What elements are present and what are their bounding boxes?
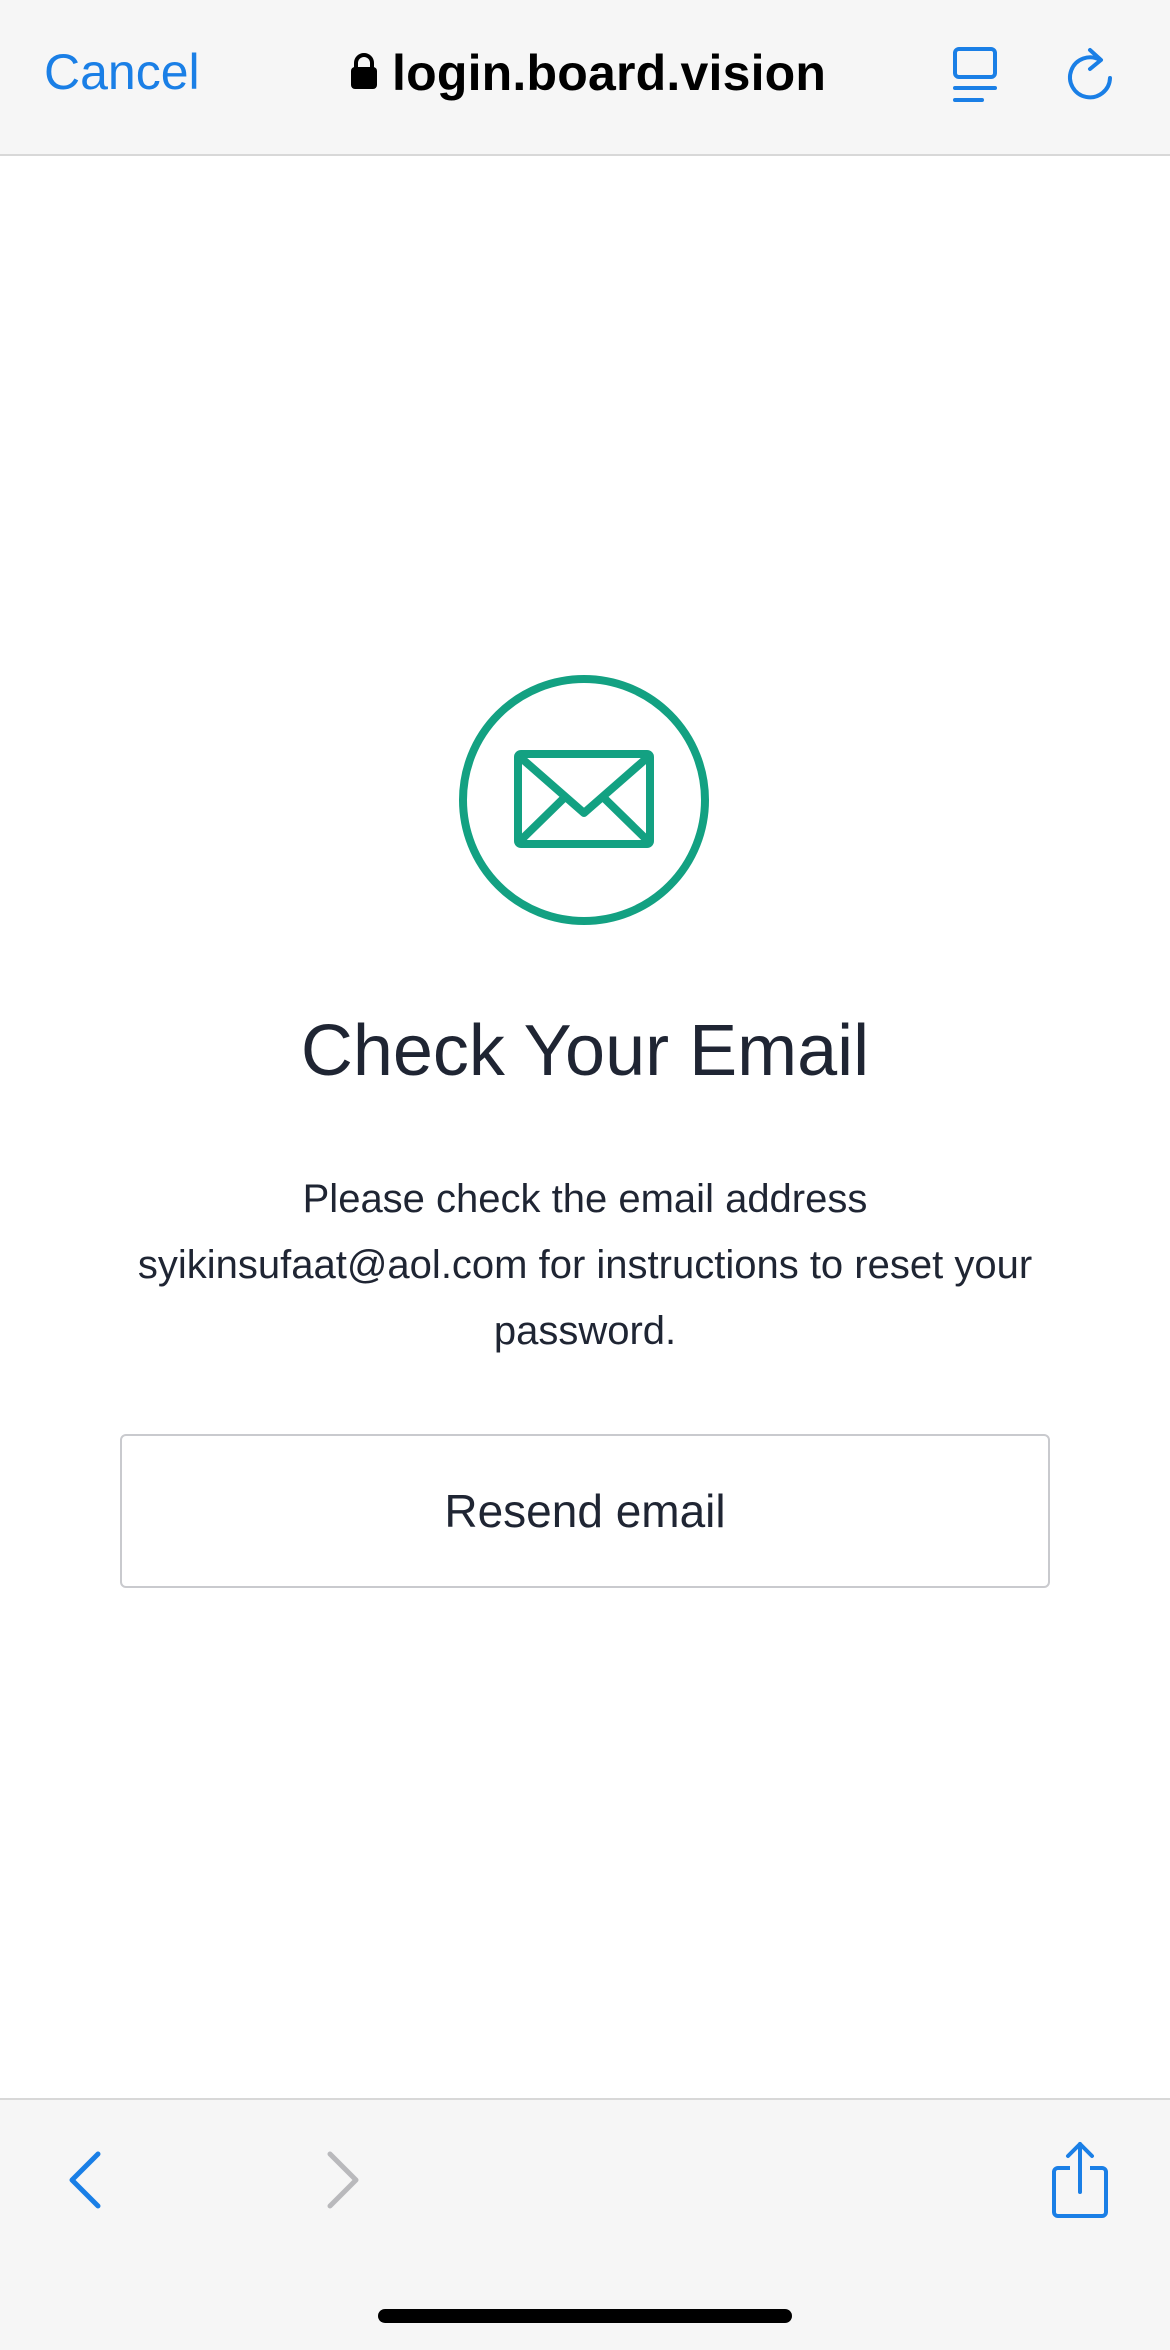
page-title: Check Your Email	[300, 1011, 870, 1091]
envelope-icon	[458, 674, 710, 926]
browser-top-bar: Cancel login.board.vision	[0, 0, 1170, 156]
web-content: Check Your Email Please check the email …	[0, 156, 1170, 2098]
lock-icon	[350, 52, 378, 95]
home-indicator[interactable]	[378, 2309, 792, 2323]
resend-email-button[interactable]: Resend email	[120, 1434, 1050, 1588]
reload-icon[interactable]	[1064, 44, 1116, 107]
share-icon[interactable]	[1050, 2140, 1110, 2223]
cancel-button[interactable]: Cancel	[44, 42, 200, 102]
url-text: login.board.vision	[392, 45, 827, 101]
reader-mode-icon[interactable]	[952, 46, 1000, 109]
instruction-message: Please check the email address syikinsuf…	[137, 1177, 1033, 1353]
address-bar[interactable]: login.board.vision	[350, 40, 826, 106]
back-arrow-icon[interactable]	[66, 2150, 106, 2215]
forward-arrow-icon[interactable]	[322, 2150, 362, 2215]
